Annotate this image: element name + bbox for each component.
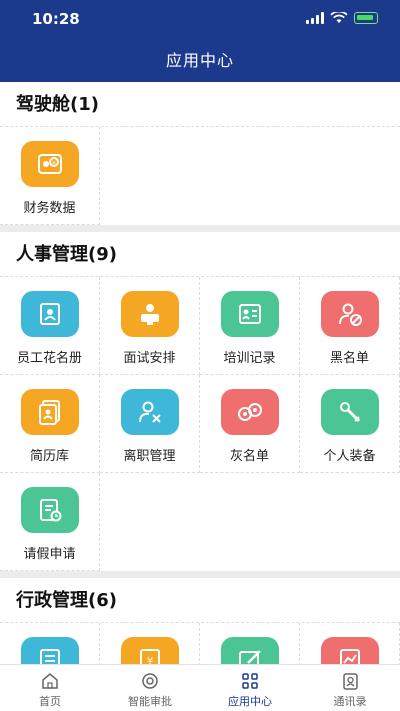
app-label: 面试安排 xyxy=(123,351,176,366)
tab-label: 智能审批 xyxy=(128,695,172,708)
app-label: 简历库 xyxy=(29,449,69,464)
status-bar: 10:28 xyxy=(0,0,400,44)
app-resignation-management[interactable]: 离职管理 xyxy=(100,375,200,473)
app-interview-schedule[interactable]: 面试安排 xyxy=(100,277,200,375)
tab-label: 通讯录 xyxy=(333,695,367,708)
expense-icon: ¥ xyxy=(120,637,179,664)
app-finance-data[interactable]: ¥ 财务数据 xyxy=(0,127,100,225)
blacklist-icon xyxy=(320,291,379,337)
admin-document-icon xyxy=(20,637,79,664)
contacts-icon xyxy=(343,673,358,690)
section-title: 人事管理(9) xyxy=(16,244,117,265)
app-label: 离职管理 xyxy=(123,449,176,464)
app-label: 财务数据 xyxy=(23,201,76,216)
approval-icon xyxy=(142,673,158,689)
edit-icon xyxy=(220,637,279,664)
finance-data-icon: ¥ xyxy=(20,141,79,187)
app-graylist[interactable]: 灰名单 xyxy=(200,375,300,473)
app-grid: ¥ 财务数据 xyxy=(0,126,400,225)
tab-smart-approval[interactable]: 智能审批 xyxy=(100,665,200,711)
interview-icon xyxy=(120,291,179,337)
training-icon xyxy=(220,291,279,337)
app-grid: ¥ xyxy=(0,622,400,664)
svg-text:¥: ¥ xyxy=(146,656,152,664)
section-admin: 行政管理(6) ¥ xyxy=(0,578,400,664)
app-center-content[interactable]: 驾驶舱(1) ¥ 财务数据 人事管理(9) 员工花名册 面试安排 培训记录 黑名… xyxy=(0,82,400,664)
app-blacklist[interactable]: 黑名单 xyxy=(300,277,400,375)
app-resume-library[interactable]: 简历库 xyxy=(0,375,100,473)
wifi-icon xyxy=(330,12,348,23)
section-title: 行政管理(6) xyxy=(16,590,117,611)
app-personal-equipment[interactable]: 个人装备 xyxy=(300,375,400,473)
signal-icon xyxy=(306,12,324,24)
home-icon xyxy=(42,673,58,689)
app-label: 请假申请 xyxy=(23,547,76,562)
section-hr: 人事管理(9) 员工花名册 面试安排 培训记录 黑名单 简历库 离职管理 灰名单… xyxy=(0,232,400,571)
app-admin-1[interactable] xyxy=(0,623,100,664)
app-leave-request[interactable]: 请假申请 xyxy=(0,473,100,571)
app-label: 灰名单 xyxy=(229,449,269,464)
battery-icon xyxy=(354,12,378,24)
app-label: 个人装备 xyxy=(323,449,376,464)
resume-icon xyxy=(20,389,79,435)
leave-icon xyxy=(20,487,79,533)
app-label: 员工花名册 xyxy=(16,351,82,366)
app-grid: 员工花名册 面试安排 培训记录 黑名单 简历库 离职管理 灰名单 个人装备 请假… xyxy=(0,276,400,571)
tab-app-center[interactable]: 应用中心 xyxy=(200,665,300,711)
page-title: 应用中心 xyxy=(165,51,234,70)
status-icons xyxy=(306,12,378,24)
graylist-icon xyxy=(220,389,279,435)
app-admin-3[interactable] xyxy=(200,623,300,664)
section-divider xyxy=(0,571,400,578)
report-icon xyxy=(320,637,379,664)
roster-icon xyxy=(20,291,79,337)
app-employee-roster[interactable]: 员工花名册 xyxy=(0,277,100,375)
tab-home[interactable]: 首页 xyxy=(0,665,100,711)
app-training-records[interactable]: 培训记录 xyxy=(200,277,300,375)
apps-icon xyxy=(242,673,258,689)
status-time: 10:28 xyxy=(32,10,80,28)
tab-label: 应用中心 xyxy=(228,695,272,708)
tab-label: 首页 xyxy=(39,695,61,708)
section-divider xyxy=(0,225,400,232)
equipment-icon xyxy=(320,389,379,435)
section-cockpit: 驾驶舱(1) ¥ 财务数据 xyxy=(0,82,400,225)
app-label: 培训记录 xyxy=(223,351,276,366)
app-admin-4[interactable] xyxy=(300,623,400,664)
section-title: 驾驶舱(1) xyxy=(16,94,99,115)
tab-bar: 首页 智能审批 应用中心 通讯录 xyxy=(0,664,400,711)
tab-contacts[interactable]: 通讯录 xyxy=(300,665,400,711)
app-label: 黑名单 xyxy=(329,351,369,366)
nav-bar: 应用中心 xyxy=(0,44,400,82)
resign-icon xyxy=(120,389,179,435)
svg-text:¥: ¥ xyxy=(52,160,56,167)
app-admin-2[interactable]: ¥ xyxy=(100,623,200,664)
